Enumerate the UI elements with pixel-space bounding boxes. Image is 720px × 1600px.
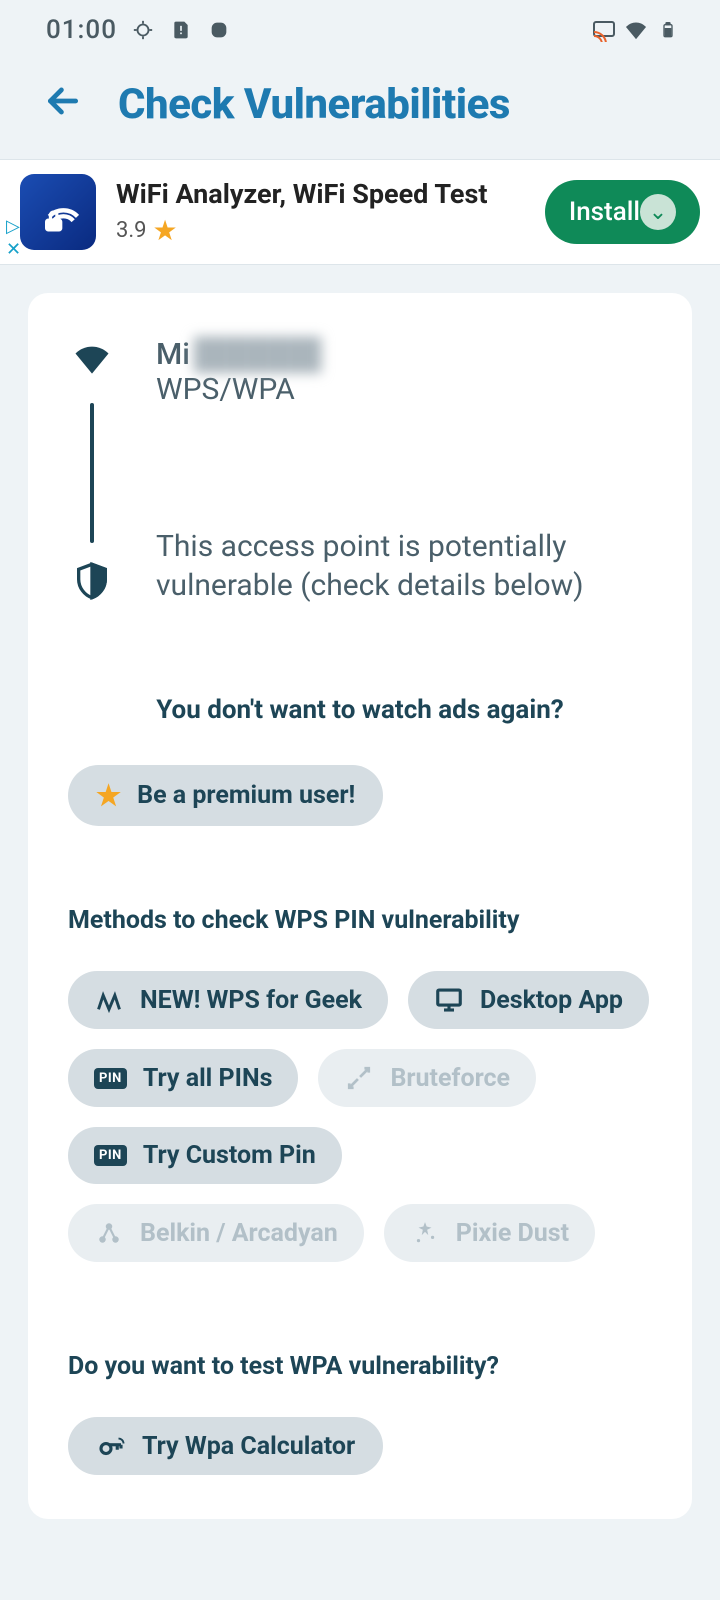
bruteforce-button[interactable]: Bruteforce — [318, 1049, 536, 1107]
pixie-dust-label: Pixie Dust — [456, 1219, 569, 1248]
location-icon — [131, 18, 155, 42]
wps-geek-button[interactable]: NEW! WPS for Geek — [68, 971, 388, 1029]
timeline-connector — [90, 403, 94, 543]
wps-section-title: Methods to check WPS PIN vulnerability — [68, 906, 652, 935]
network-name-prefix: Mi — [156, 337, 190, 372]
premium-label: Be a premium user! — [137, 781, 355, 810]
status-time: 01:00 — [46, 15, 117, 45]
ad-title: WiFi Analyzer, WiFi Speed Test — [116, 178, 525, 210]
pin-icon: PIN — [94, 1145, 127, 1166]
try-custom-pin-label: Try Custom Pin — [143, 1141, 316, 1170]
try-all-pins-button[interactable]: PIN Try all PINs — [68, 1049, 298, 1107]
network-name-hidden: ██████ — [194, 337, 322, 372]
network-info: Mi██████ WPS/WPA — [156, 337, 652, 527]
premium-button[interactable]: ★ Be a premium user! — [68, 765, 383, 826]
sd-alert-icon — [169, 18, 193, 42]
star-icon: ★ — [96, 779, 121, 812]
wpa-calculator-label: Try Wpa Calculator — [142, 1432, 355, 1461]
desktop-icon — [434, 985, 464, 1015]
bruteforce-label: Bruteforce — [390, 1064, 510, 1093]
back-button[interactable] — [44, 82, 82, 127]
chevron-down-icon[interactable]: ⌄ — [640, 194, 676, 230]
network-timeline — [68, 337, 116, 605]
shield-icon — [72, 561, 112, 605]
wps-methods: NEW! WPS for Geek Desktop App PIN Try al… — [68, 971, 652, 1262]
pixie-icon — [410, 1218, 440, 1248]
network-name: Mi██████ — [156, 337, 652, 372]
app-header: Check Vulnerabilities — [0, 60, 720, 159]
ads-prompt: You don't want to watch ads again? — [68, 695, 652, 725]
bruteforce-icon — [344, 1063, 374, 1093]
status-right — [592, 18, 680, 42]
network-security: WPS/WPA — [156, 372, 652, 407]
belkin-label: Belkin / Arcadyan — [140, 1219, 338, 1248]
vulnerability-message: This access point is potentially vulnera… — [156, 527, 652, 605]
wifi-icon — [624, 18, 648, 42]
app-icon — [207, 18, 231, 42]
pixie-dust-button[interactable]: Pixie Dust — [384, 1204, 595, 1262]
geek-icon — [94, 985, 124, 1015]
ad-banner[interactable]: ▷ ✕ WiFi Analyzer, WiFi Speed Test 3.9 ★… — [0, 159, 720, 265]
desktop-app-label: Desktop App — [480, 986, 623, 1015]
ad-install-button[interactable]: Install ⌄ — [545, 180, 700, 244]
premium-row: ★ Be a premium user! — [68, 765, 652, 826]
try-custom-pin-button[interactable]: PIN Try Custom Pin — [68, 1127, 342, 1184]
page-title: Check Vulnerabilities — [118, 80, 510, 129]
status-left: 01:00 — [46, 15, 231, 45]
adchoices-icon[interactable]: ▷ — [6, 216, 21, 237]
main-card: Mi██████ WPS/WPA This access point is po… — [28, 293, 692, 1519]
battery-icon — [656, 18, 680, 42]
ad-rating-value: 3.9 — [116, 218, 147, 243]
belkin-button[interactable]: Belkin / Arcadyan — [68, 1204, 364, 1262]
belkin-icon — [94, 1218, 124, 1248]
try-all-pins-label: Try all PINs — [143, 1064, 273, 1093]
ad-text: WiFi Analyzer, WiFi Speed Test 3.9 ★ — [116, 178, 525, 247]
ad-app-icon — [20, 174, 96, 250]
ad-install-label: Install — [569, 197, 640, 227]
wifi-signal-icon — [70, 337, 114, 385]
ad-close-icon[interactable]: ✕ — [6, 239, 21, 260]
wpa-row: Try Wpa Calculator — [68, 1417, 652, 1475]
wps-geek-label: NEW! WPS for Geek — [140, 986, 362, 1015]
star-icon: ★ — [153, 214, 178, 247]
ad-choices[interactable]: ▷ ✕ — [6, 216, 21, 260]
wpa-section-title: Do you want to test WPA vulnerability? — [68, 1352, 652, 1381]
wpa-calculator-button[interactable]: Try Wpa Calculator — [68, 1417, 383, 1475]
desktop-app-button[interactable]: Desktop App — [408, 971, 649, 1029]
key-icon — [96, 1431, 126, 1461]
pin-icon: PIN — [94, 1068, 127, 1089]
ad-rating: 3.9 ★ — [116, 214, 525, 247]
status-bar: 01:00 — [0, 0, 720, 60]
cast-icon — [592, 18, 616, 42]
